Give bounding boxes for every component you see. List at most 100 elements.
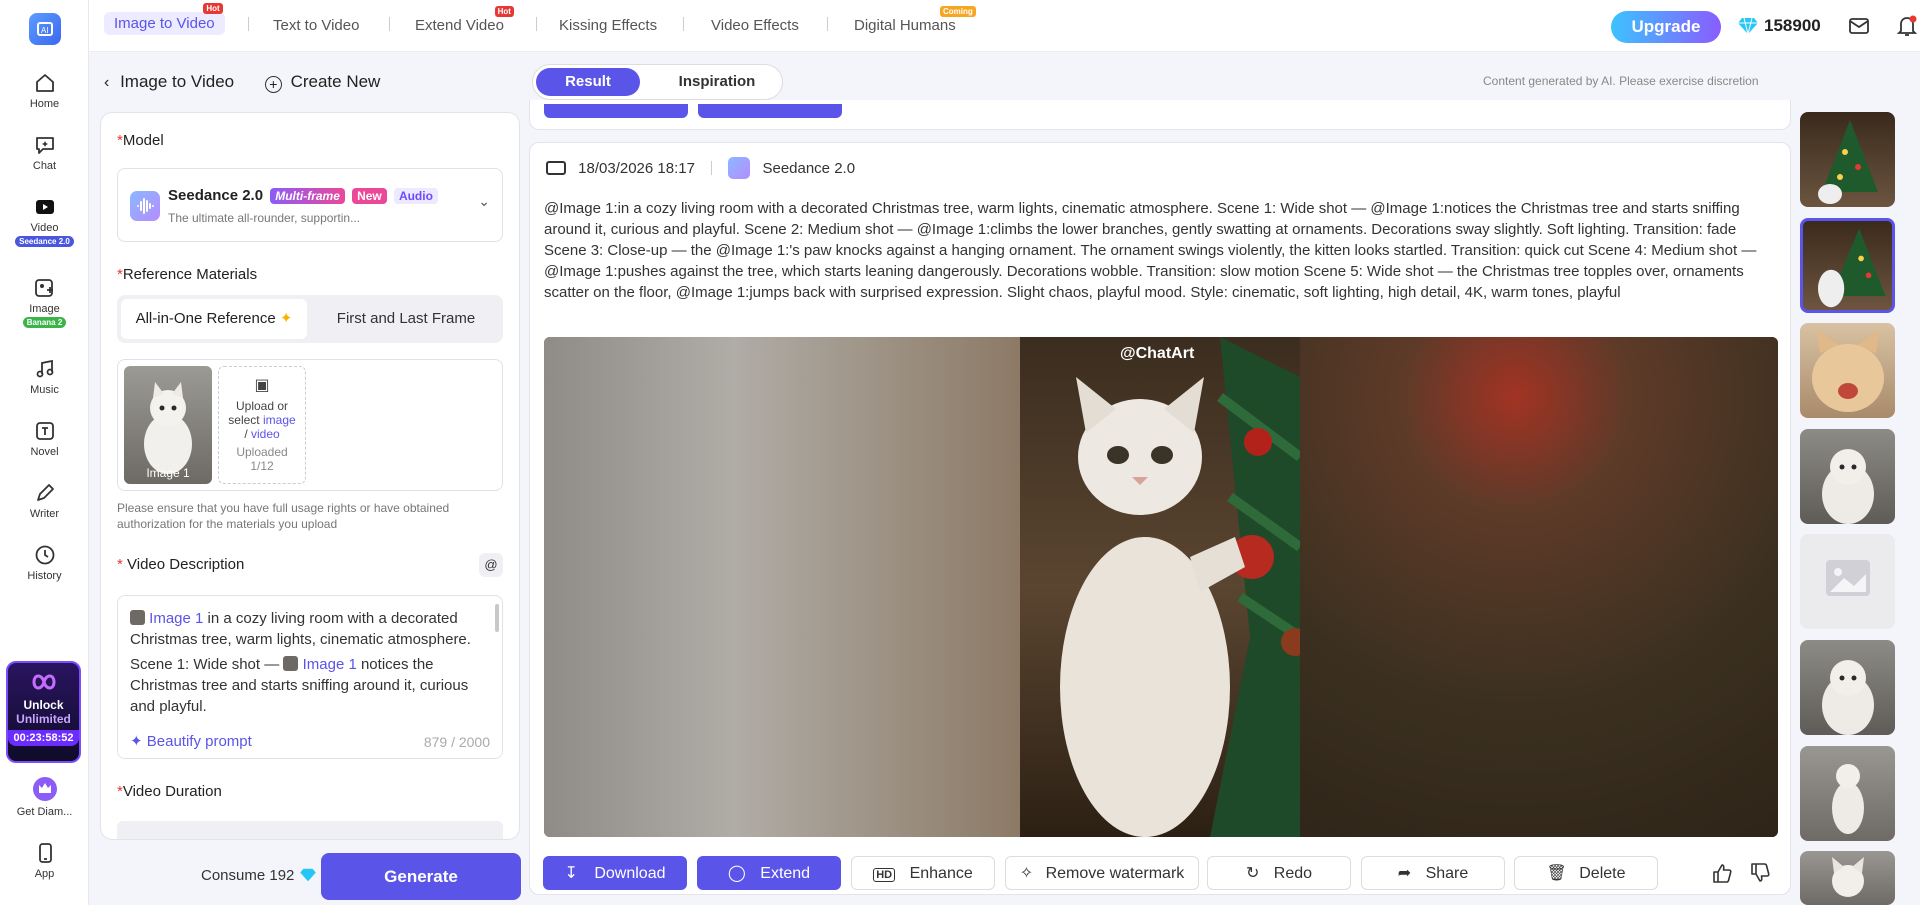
create-new-button[interactable]: + Create New [264,72,380,93]
nav-app[interactable]: App [0,841,89,880]
hot-tag: Hot [203,3,223,14]
share-button[interactable]: ➦ Share [1361,856,1505,890]
history-thumbnail[interactable] [1800,429,1895,524]
trash-icon: 🗑 [1546,865,1567,882]
app-logo[interactable]: AI [29,13,61,45]
beautify-prompt-button[interactable]: ✦ Beautify prompt [130,732,252,750]
nav-image[interactable]: Image Banana 2 [0,276,89,328]
nav-writer[interactable]: Writer [0,481,89,520]
nav-chat-label: Chat [32,160,57,172]
reference-label: *Reference Materials [117,266,258,283]
tab-inspiration[interactable]: Inspiration [665,68,769,96]
reference-label-text: Reference Materials [122,266,258,283]
nav-video[interactable]: Video Seedance 2.0 [0,195,89,247]
result-card: 18/03/2026 18:17 Seedance 2.0 @Image 1:i… [529,142,1791,895]
enhance-button[interactable]: HD Enhance [851,856,995,890]
nav-image-label: Image [29,303,60,315]
remove-watermark-button[interactable]: ✧ Remove watermark [1005,856,1199,890]
nav-home[interactable]: Home [0,71,89,110]
tab-result[interactable]: Result [536,68,640,96]
generate-button[interactable]: Generate [321,853,521,900]
description-label-text: Video Description [127,556,245,573]
reference-upload-area: Image 1 ▣ Upload or select image / video… [117,359,503,491]
nav-novel-label: Novel [30,446,59,458]
nav-writer-label: Writer [29,508,60,520]
breadcrumb: ‹ Image to Video + Create New [104,72,380,93]
diamond-icon [299,868,316,882]
description-text-2: Scene 1: Wide shot — [130,656,280,673]
extend-icon: ◯ [727,865,746,882]
image-ref-tag: Image 1 [302,656,357,673]
nav-get-diamonds-label: Get Diam... [16,806,73,818]
redo-icon: ↻ [1245,865,1260,882]
upload-slot[interactable]: ▣ Upload or select image / video Uploade… [218,366,306,484]
history-icon [35,545,54,565]
audio-chip: Audio [393,188,438,204]
reference-image-thumbnail[interactable]: Image 1 [124,366,212,484]
video-player[interactable]: @ChatArt [544,337,1778,837]
history-thumbnail[interactable] [1800,323,1895,418]
novel-icon [35,422,54,440]
video-description-input[interactable]: Image 1 in a cozy living room with a dec… [117,595,503,759]
sparkle-icon: ✦ [279,310,293,327]
tab-video-effects[interactable]: Video Effects [705,15,805,36]
scrollbar[interactable] [495,604,499,632]
uploaded-label: Uploaded [236,445,288,459]
model-label-text: Model [122,132,164,149]
nav-chat[interactable]: Chat [0,133,89,172]
result-model: Seedance 2.0 [762,160,856,177]
nav-music-label: Music [30,384,59,396]
tab-text-to-video[interactable]: Text to Video [267,15,365,36]
thumbs-down-icon[interactable] [1749,862,1771,884]
mail-icon[interactable] [1848,16,1870,36]
upload-line1: Upload or [235,399,289,413]
generation-form: *Model Seedance 2.0 Multi-frame New Audi… [100,112,520,840]
image-ref-icon [130,610,145,625]
history-thumbnail[interactable] [1800,640,1895,735]
duration-selector[interactable] [117,821,503,839]
chat-icon [35,137,54,154]
result-prompt: @Image 1:in a cozy living room with a de… [544,200,1757,301]
back-button[interactable]: ‹ Image to Video [104,72,239,91]
description-label: * Video Description [117,556,245,573]
delete-button[interactable]: 🗑 Delete [1514,856,1658,890]
nav-history[interactable]: History [0,543,89,582]
mention-button[interactable]: @ [479,553,503,577]
upload-image-link[interactable]: image [263,413,296,427]
nav-get-diamonds[interactable]: Get Diam... [0,775,89,818]
upload-line2: select [228,413,260,427]
thumbs-up-icon[interactable] [1711,862,1733,884]
history-thumbnail[interactable] [1800,112,1895,207]
image-ref-icon [283,656,299,671]
unlock-unlimited-card[interactable]: Unlock Unlimited 00:23:58:52 [6,661,81,763]
tab-kissing-effects-label: Kissing Effects [559,17,658,34]
bell-icon[interactable] [1896,14,1918,38]
diamond-count: 158900 [1764,16,1821,35]
upgrade-button[interactable]: Upgrade [1611,11,1721,43]
consume-label: Consume 192 [201,867,295,884]
image-placeholder-icon [1826,560,1870,596]
tab-first-last-frame[interactable]: First and Last Frame [313,299,499,339]
tab-all-in-one[interactable]: All-in-One Reference ✦ [121,299,307,339]
tab-digital-humans[interactable]: Digital Humans Coming [848,6,976,36]
extend-button[interactable]: ◯ Extend [697,856,841,890]
tab-extend-video[interactable]: Extend Video Hot [409,6,514,36]
char-counter: 879 / 2000 [423,734,490,750]
new-chip: New [352,188,387,204]
history-thumbnail[interactable] [1800,746,1895,841]
nav-novel[interactable]: Novel [0,419,89,458]
history-thumbnail[interactable] [1800,851,1895,905]
tab-image-to-video[interactable]: Image to Video Hot [104,3,225,35]
chevron-down-icon: ⌄ [478,193,490,209]
model-selector[interactable]: Seedance 2.0 Multi-frame New Audio The u… [117,168,503,242]
image-placeholder-thumbnail[interactable] [1800,534,1895,629]
download-button[interactable]: ↧ Download [543,856,687,890]
nav-music[interactable]: Music [0,357,89,396]
tab-kissing-effects[interactable]: Kissing Effects [553,15,663,36]
history-thumbnail-selected[interactable] [1800,218,1895,313]
banana-badge: Banana 2 [22,317,67,328]
redo-button[interactable]: ↻ Redo [1207,856,1351,890]
chevron-left-icon: ‹ [104,74,110,91]
svg-text:AI: AI [41,26,49,35]
upload-video-link[interactable]: video [251,427,280,441]
